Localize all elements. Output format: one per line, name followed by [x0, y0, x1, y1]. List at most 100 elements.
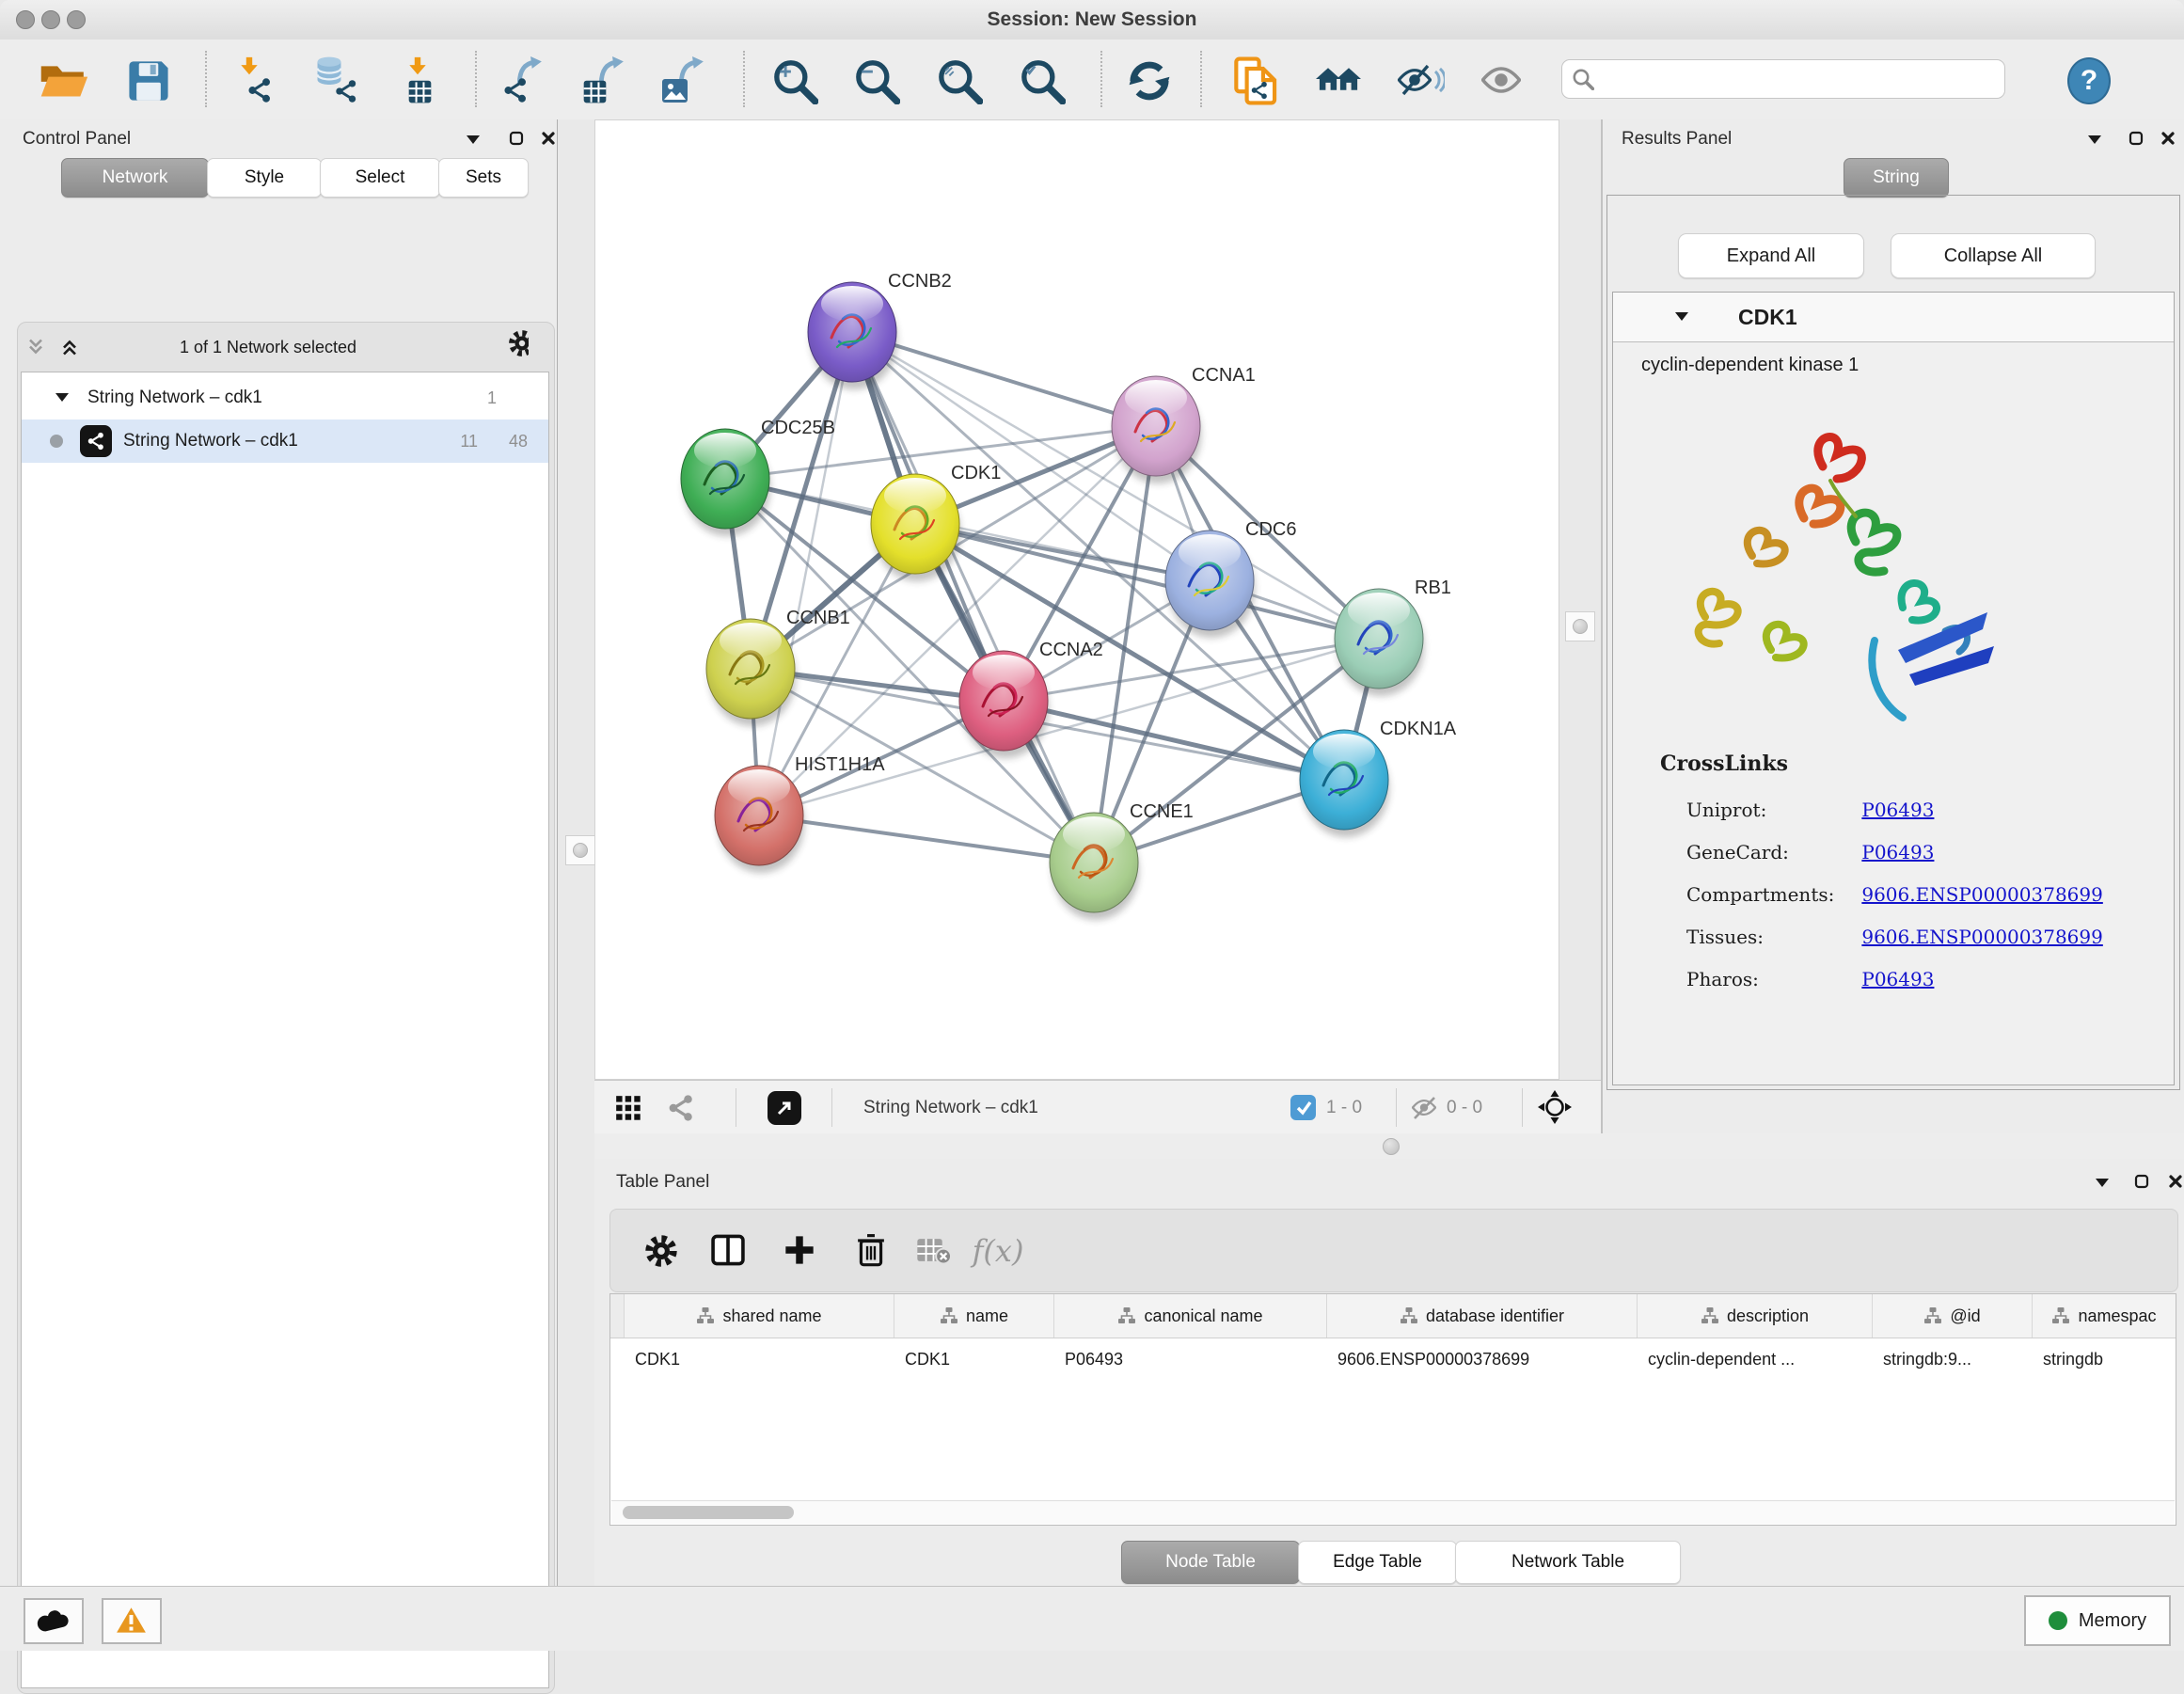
window-zoom-button[interactable] [67, 10, 86, 29]
first-neighbors-button[interactable] [1313, 55, 1364, 106]
network-canvas[interactable]: CCNB2CCNA1CDC25BCDK1CDC6RB1CCNB1CCNA2CDK… [594, 119, 1559, 1080]
left-splitter[interactable] [557, 119, 595, 1586]
warnings-button[interactable] [102, 1598, 162, 1644]
expand-all-networks-icon[interactable] [58, 337, 79, 357]
zoom-out-button[interactable] [851, 55, 902, 106]
results-panel-menu-icon[interactable] [2084, 130, 2105, 150]
expand-all-button[interactable]: Expand All [1678, 233, 1864, 278]
horizontal-splitter-handle[interactable] [1383, 1138, 1400, 1155]
add-column-icon[interactable] [780, 1230, 821, 1272]
results-panel-close-icon[interactable] [2158, 128, 2178, 149]
memory-label: Memory [2079, 1610, 2146, 1632]
network-options-gear-icon[interactable] [508, 333, 529, 354]
zoom-in-button[interactable] [769, 55, 820, 106]
search-input[interactable] [1602, 68, 1995, 90]
tab-edge-table[interactable]: Edge Table [1298, 1541, 1457, 1584]
control-panel-menu-icon[interactable] [463, 130, 483, 150]
table-panel-menu-icon[interactable] [2092, 1173, 2113, 1194]
hide-selected-button[interactable] [1395, 55, 1446, 106]
zoom-fit-button[interactable] [934, 55, 985, 106]
refresh-view-button[interactable] [1124, 55, 1175, 106]
open-session-button[interactable] [39, 55, 89, 106]
node-collapse-icon[interactable] [1675, 312, 1689, 323]
collapse-all-networks-icon[interactable] [26, 337, 47, 357]
export-network-button[interactable] [499, 55, 550, 106]
memory-button[interactable]: Memory [2024, 1595, 2171, 1646]
crosslink-value[interactable]: P06493 [1861, 799, 1934, 821]
crosslink-label: GeneCard: [1686, 841, 1856, 863]
delete-column-trash-icon[interactable] [851, 1230, 893, 1272]
cell-name: CDK1 [894, 1338, 1053, 1380]
cell-shared-name: CDK1 [624, 1338, 894, 1380]
tab-string[interactable]: String [1844, 158, 1949, 198]
save-session-button[interactable] [123, 55, 174, 106]
left-splitter-handle[interactable] [565, 835, 595, 865]
selected-counts: 1 - 0 [1326, 1081, 1362, 1134]
table-horizontal-scrollbar[interactable] [611, 1500, 2175, 1524]
network-collection-row[interactable]: String Network – cdk1 1 [22, 376, 548, 420]
detach-view-icon[interactable] [768, 1091, 801, 1125]
column-header[interactable]: @id [1873, 1294, 2033, 1338]
center-view-crosshair-icon[interactable] [1537, 1089, 1575, 1127]
crosslink-value[interactable]: 9606.ENSP00000378699 [1861, 926, 2102, 948]
tab-network[interactable]: Network [61, 158, 209, 198]
tab-sets[interactable]: Sets [438, 158, 529, 198]
toolbar-search[interactable] [1561, 59, 2005, 99]
node-result-section: CDK1 cyclin-dependent kinase 1 CrossLink… [1612, 292, 2175, 1085]
crosslink-value[interactable]: 9606.ENSP00000378699 [1861, 883, 2102, 906]
grid-view-icon[interactable] [613, 1093, 643, 1123]
network-overview-icon[interactable] [666, 1093, 696, 1123]
clone-network-button[interactable] [1231, 55, 1282, 106]
table-toolbar: f(x) [609, 1209, 2178, 1292]
show-columns-icon[interactable] [708, 1230, 750, 1272]
column-header[interactable]: database identifier [1327, 1294, 1638, 1338]
network-row[interactable]: String Network – cdk1 11 48 [22, 420, 548, 463]
svg-text:HIST1H1A: HIST1H1A [795, 754, 885, 775]
export-table-button[interactable] [579, 55, 630, 106]
control-panel-close-icon[interactable] [538, 128, 559, 149]
window-minimize-button[interactable] [41, 10, 60, 29]
column-header[interactable]: namespac [2033, 1294, 2176, 1338]
collapse-all-button[interactable]: Collapse All [1891, 233, 2096, 278]
crosslink-value[interactable]: P06493 [1861, 841, 1934, 863]
tab-network-table[interactable]: Network Table [1455, 1541, 1681, 1584]
table-row[interactable]: CDK1 CDK1 P06493 9606.ENSP00000378699 cy… [610, 1338, 2176, 1380]
export-image-button[interactable] [659, 55, 710, 106]
control-panel-float-icon[interactable] [506, 128, 527, 149]
horizontal-splitter[interactable] [594, 1133, 2184, 1159]
window-close-button[interactable] [16, 10, 35, 29]
column-header[interactable]: description [1638, 1294, 1873, 1338]
column-header[interactable]: shared name [625, 1294, 894, 1338]
collection-expand-icon[interactable] [55, 393, 69, 403]
import-table-button[interactable] [395, 55, 446, 106]
node-name: CDK1 [1738, 305, 1797, 330]
show-all-button[interactable] [1477, 55, 1527, 106]
tab-node-table[interactable]: Node Table [1121, 1541, 1300, 1584]
tab-style[interactable]: Style [207, 158, 322, 198]
zoom-selected-button[interactable] [1017, 55, 1068, 106]
selected-checkbox-icon[interactable] [1290, 1095, 1316, 1120]
network-selection-status: 1 of 1 Network selected [0, 338, 536, 357]
column-header[interactable]: canonical name [1054, 1294, 1327, 1338]
column-header[interactable]: name [894, 1294, 1054, 1338]
import-network-from-database-button[interactable] [310, 55, 361, 106]
right-splitter[interactable] [1559, 119, 1601, 1080]
crosslink-row: Uniprot: P06493 [1686, 799, 1934, 821]
search-icon [1572, 68, 1594, 90]
import-network-button[interactable] [230, 55, 281, 106]
table-panel-float-icon[interactable] [2131, 1171, 2152, 1192]
network-graph[interactable]: CCNB2CCNA1CDC25BCDK1CDC6RB1CCNB1CCNA2CDK… [595, 120, 1559, 1079]
results-panel-float-icon[interactable] [2126, 128, 2146, 149]
help-button[interactable]: ? [2064, 55, 2114, 106]
node-result-header[interactable]: CDK1 [1613, 293, 2174, 342]
crosslink-value[interactable]: P06493 [1861, 968, 1934, 990]
cloud-status-button[interactable] [24, 1598, 84, 1644]
table-options-gear-icon[interactable] [641, 1230, 682, 1272]
tab-select[interactable]: Select [320, 158, 440, 198]
table-panel-close-icon[interactable] [2165, 1171, 2184, 1192]
crosslink-row: Compartments: 9606.ENSP00000378699 [1686, 883, 2103, 906]
right-splitter-handle[interactable] [1565, 611, 1595, 641]
table-panel-title: Table Panel [616, 1172, 709, 1193]
scrollbar-thumb[interactable] [623, 1506, 794, 1519]
crosslink-label: Compartments: [1686, 883, 1856, 906]
